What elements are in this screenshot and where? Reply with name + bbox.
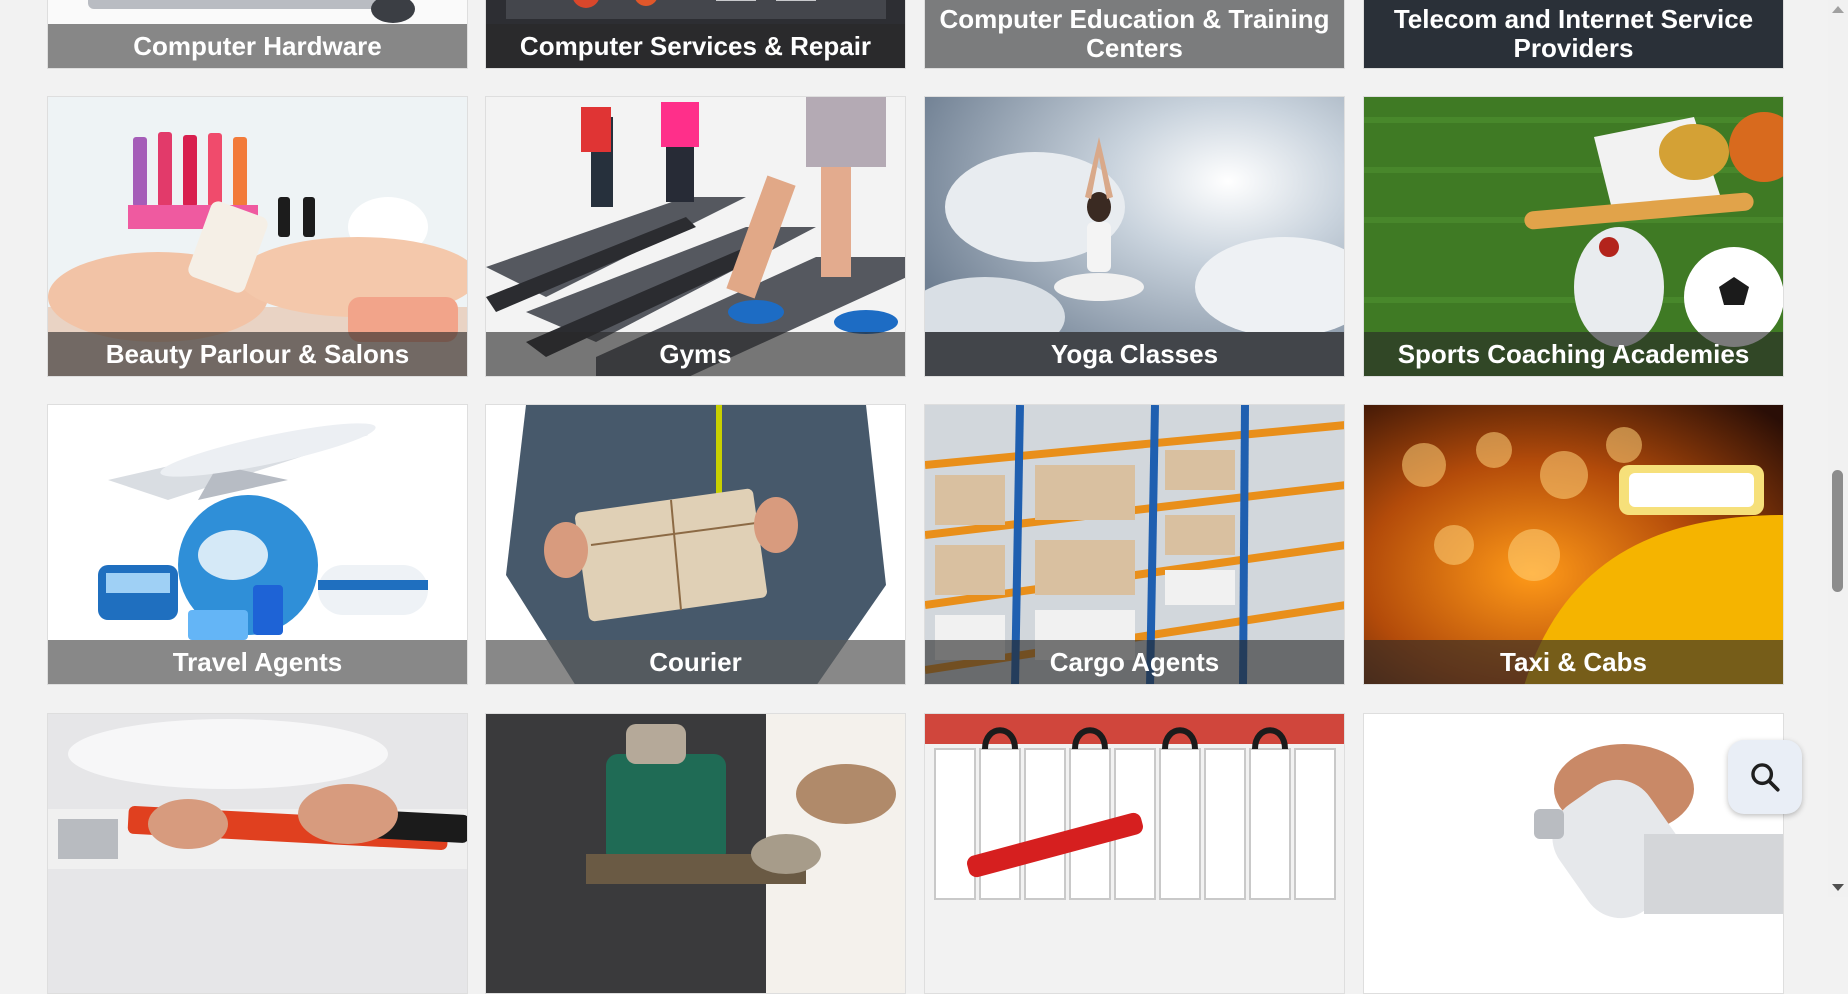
category-label: Courier [486,640,905,684]
category-tile[interactable]: Yoga Classes [924,96,1345,377]
category-tile[interactable]: Telecom and Internet Service Providers [1363,0,1784,69]
scroll-down-arrow[interactable] [1832,884,1844,891]
category-label: Taxi & Cabs [1364,640,1783,684]
category-tile[interactable] [47,713,468,994]
category-label: Beauty Parlour & Salons [48,332,467,376]
category-label: Yoga Classes [925,332,1344,376]
category-image [486,714,905,993]
category-tile[interactable]: Taxi & Cabs [1363,404,1784,685]
category-tile[interactable] [924,713,1345,994]
category-tile[interactable]: Computer Hardware [47,0,468,69]
category-label: Computer Education & Training Centers [925,0,1344,68]
category-tile[interactable]: Sports Coaching Academies [1363,96,1784,377]
category-label: Sports Coaching Academies [1364,332,1783,376]
category-tile[interactable] [1363,713,1784,994]
category-tile[interactable]: Gyms [485,96,906,377]
category-grid: Computer Hardware Computer Services & Re… [0,0,1828,994]
search-button[interactable] [1728,740,1802,814]
category-label: Travel Agents [48,640,467,684]
category-tile[interactable]: Computer Education & Training Centers [924,0,1345,69]
category-image [925,714,1344,993]
category-label: Computer Services & Repair [486,24,905,68]
category-tile[interactable]: Travel Agents [47,404,468,685]
scrollbar-thumb[interactable] [1832,470,1843,592]
category-label: Gyms [486,332,905,376]
category-label: Cargo Agents [925,640,1344,684]
search-icon [1751,763,1780,792]
vertical-scrollbar[interactable] [1828,0,1848,897]
category-image [1364,714,1783,993]
category-label: Telecom and Internet Service Providers [1364,0,1783,68]
category-tile[interactable]: Cargo Agents [924,404,1345,685]
category-tile[interactable]: Computer Services & Repair [485,0,906,69]
category-tile[interactable]: Courier [485,404,906,685]
category-tile[interactable] [485,713,906,994]
scroll-up-arrow[interactable] [1832,6,1844,13]
category-label: Computer Hardware [48,24,467,68]
category-tile[interactable]: Beauty Parlour & Salons [47,96,468,377]
category-image [48,714,467,993]
